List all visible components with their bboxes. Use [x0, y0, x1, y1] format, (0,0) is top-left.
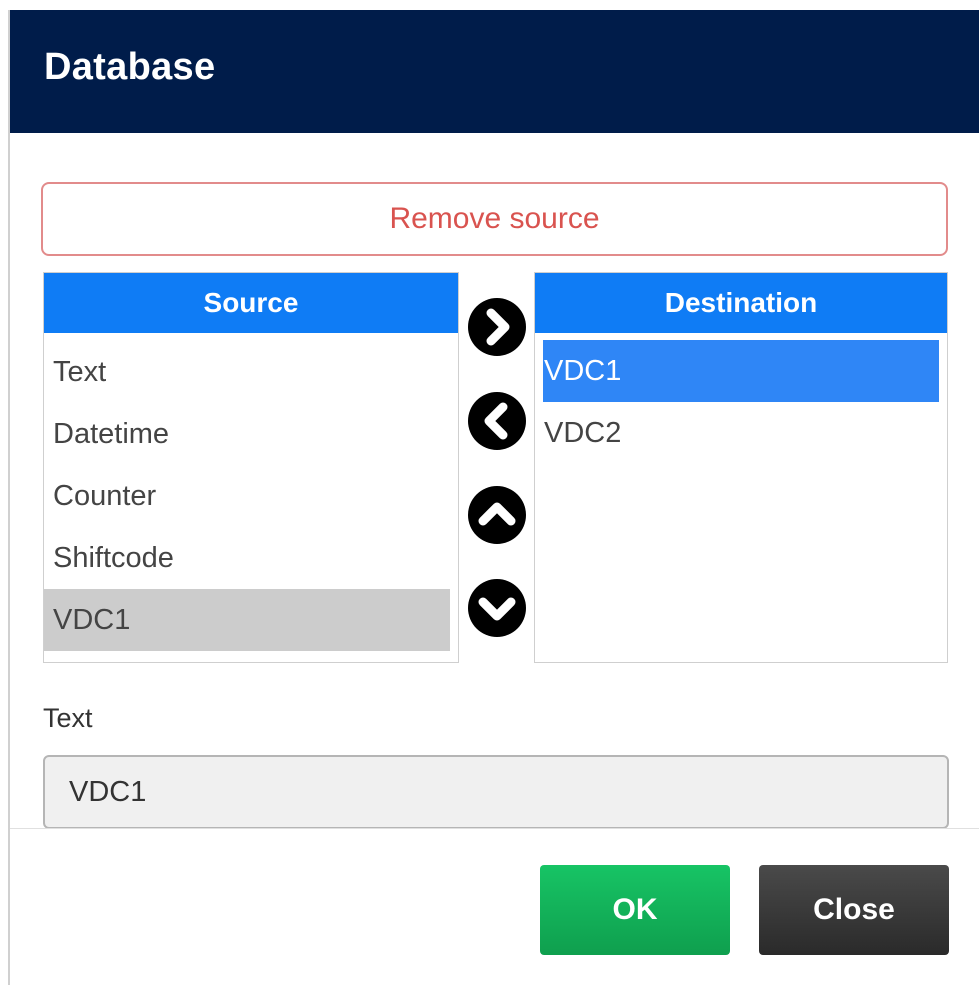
chevron-left-icon: [484, 402, 508, 440]
source-list: Source Text Datetime Counter Shiftcode V…: [43, 272, 459, 663]
chevron-up-icon: [478, 502, 516, 526]
text-field[interactable]: VDC1: [43, 755, 949, 829]
destination-list: Destination VDC1 VDC2: [534, 272, 948, 663]
source-item-shiftcode[interactable]: Shiftcode: [44, 527, 458, 589]
dialog-title: Database: [44, 46, 216, 88]
source-item-counter[interactable]: Counter: [44, 465, 458, 527]
source-item-text[interactable]: Text: [44, 341, 458, 403]
background-strip: [0, 0, 979, 10]
source-item-datetime[interactable]: Datetime: [44, 403, 458, 465]
source-header: Source: [44, 273, 458, 333]
ok-button[interactable]: OK: [540, 865, 730, 955]
move-right-button[interactable]: [468, 298, 526, 356]
destination-header: Destination: [535, 273, 947, 333]
chevron-down-icon: [478, 597, 516, 621]
destination-item-vdc2[interactable]: VDC2: [543, 402, 939, 464]
database-dialog: Database Remove source Source Text Datet…: [8, 10, 979, 985]
source-destination-lists: Source Text Datetime Counter Shiftcode V…: [43, 272, 948, 663]
remove-source-button[interactable]: Remove source: [41, 182, 948, 256]
close-button[interactable]: Close: [759, 865, 949, 955]
move-down-button[interactable]: [468, 579, 526, 637]
footer-divider: [10, 828, 979, 829]
move-up-button[interactable]: [468, 486, 526, 544]
arrow-controls: [468, 272, 526, 663]
text-field-label: Text: [43, 703, 93, 733]
move-left-button[interactable]: [468, 392, 526, 450]
dialog-header: Database: [10, 10, 979, 133]
chevron-right-icon: [486, 308, 510, 346]
destination-item-vdc1[interactable]: VDC1: [543, 340, 939, 402]
source-item-vdc1[interactable]: VDC1: [44, 589, 450, 651]
